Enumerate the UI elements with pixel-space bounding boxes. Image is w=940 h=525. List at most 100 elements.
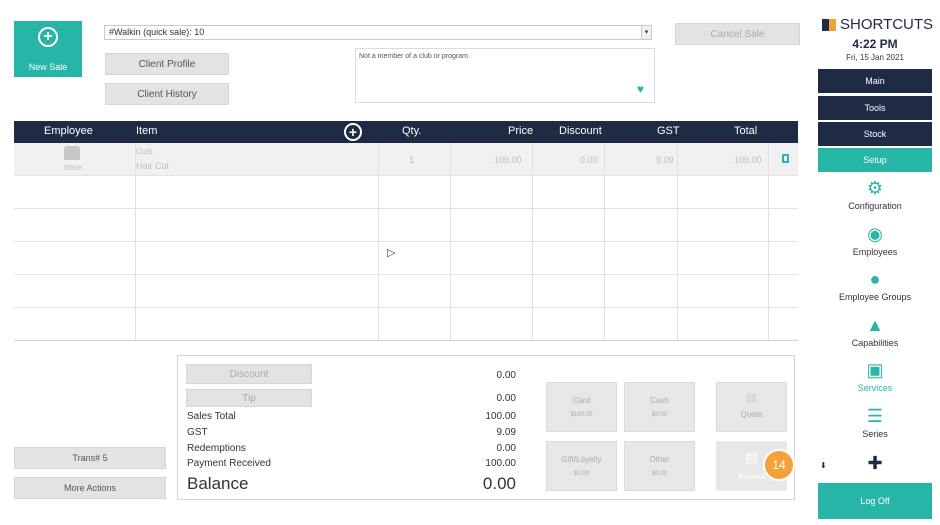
services-label: Services [857,383,893,393]
gift-loyalty-amount: $0.00 [573,471,589,477]
tip-value: 0.00 [496,393,516,404]
quote-button[interactable]: ▤ Quote [716,382,787,432]
header-price: Price [508,125,534,137]
redemptions-value: 0.00 [496,443,516,454]
quote-label: Quote [740,410,763,419]
table-row[interactable] [14,209,798,242]
nav-main[interactable]: Main [818,69,932,93]
employee-groups-label: Employee Groups [838,292,912,302]
nav-tools[interactable]: Tools [818,96,932,120]
discount-button-label: Discount [229,368,269,380]
table-row[interactable] [14,176,798,209]
client-history-button[interactable]: Client History [105,83,229,105]
membership-panel: Not a member of a club or program. ♥ [355,48,655,103]
table-row[interactable] [14,275,798,308]
sidebar-item-employees[interactable]: ◉ Employees [818,224,932,257]
table-row[interactable]: ▷ [14,242,798,275]
client-select[interactable]: #Walkin (quick sale): 10 ▾ [104,25,652,40]
table-row[interactable]: Imne Cuts Hair Cut 1 100.00 0.00 9.09 10… [14,143,798,176]
cash-payment-button[interactable]: Cash $0.00 [624,382,695,432]
sidebar-item-employee-groups[interactable]: ● Employee Groups [818,269,932,302]
clock-date: Fri, 15 Jan 2021 [846,53,904,62]
payment-received-label: Payment Received [187,458,271,469]
nav-setup-label: Setup [863,155,887,165]
more-actions-label: More Actions [63,483,117,493]
payment-received-value: 100.00 [485,458,516,469]
client-profile-button[interactable]: Client Profile [105,53,229,75]
nav-tools-label: Tools [864,103,886,113]
series-label: Series [862,429,888,439]
tip-button-label: Tip [242,392,256,404]
heart-plus-icon[interactable]: ♥ [637,82,644,96]
dropdown-arrow-icon[interactable]: ▾ [641,26,651,39]
sidebar-item-add[interactable]: ✚ [818,453,932,476]
cash-amount: $0.00 [651,412,667,418]
row-discount: 0.00 [580,155,598,165]
discount-value: 0.00 [496,370,516,381]
client-select-value: #Walkin (quick sale): 10 [109,27,205,37]
new-sale-button[interactable]: + New Sale [14,21,82,77]
scroll-down-icon[interactable]: ⬇ [820,461,827,470]
more-actions-button[interactable]: More Actions [14,477,166,499]
sidebar-item-series[interactable]: ☰ Series [818,406,932,439]
cancel-sale-button[interactable]: Cancel Sale [675,23,800,45]
card-payment-button[interactable]: Card $100.00 [546,382,617,432]
trans-number-button[interactable]: Trans# 5 [14,447,166,469]
gift-loyalty-button[interactable]: Gift/Loyalty $0.00 [546,441,617,491]
row-item-name: Hair Cut [136,161,170,171]
other-payment-button[interactable]: Other $0.00 [624,441,695,491]
row-qty: 1 [409,155,415,165]
sales-total-value: 100.00 [485,411,516,422]
discount-button[interactable]: Discount [186,364,312,384]
sidebar-item-configuration[interactable]: ⚙ Configuration [818,178,932,211]
group-icon: ● [869,269,881,289]
shortcuts-logo: SHORTCUTS [822,16,933,33]
plus-circle-icon: + [38,27,58,47]
step-badge-number: 14 [772,458,786,472]
header-gst: GST [657,125,680,137]
card-amount: $100.00 [570,412,593,418]
header-total: Total [734,125,758,137]
client-profile-label: Client Profile [138,58,196,70]
capabilities-label: Capabilities [851,338,899,348]
new-sale-label: New Sale [28,62,68,72]
graduation-cap-icon: ▲ [866,315,884,335]
gst-label: GST [187,427,208,438]
tip-button[interactable]: Tip [186,389,312,407]
nav-setup[interactable]: Setup [818,148,932,172]
add-item-icon[interactable]: + [344,123,362,141]
user-circle-icon: ◉ [867,224,883,244]
logo-icon [822,18,836,31]
table-row[interactable] [14,308,798,341]
employees-label: Employees [852,247,898,257]
logoff-label: Log Off [860,496,890,506]
nav-main-label: Main [865,76,885,86]
gst-value: 9.09 [496,427,516,438]
table-header: Employee Item + Qty. Price Discount GST … [14,121,798,143]
nav-stock-label: Stock [863,129,887,139]
row-item-category: Cuts [136,147,153,156]
sidebar-item-services[interactable]: ▣ Services [818,360,932,393]
header-employee: Employee [44,125,93,137]
row-gst: 9.09 [656,155,674,165]
row-total: 100.00 [734,155,762,165]
header-qty: Qty. [402,125,422,137]
totals-panel: Discount Tip 0.00 0.00 Sales Total 100.0… [177,355,795,500]
gift-loyalty-label: Gift/Loyalty [561,455,602,464]
cancel-sale-label: Cancel Sale [710,28,765,40]
logoff-button[interactable]: Log Off [818,483,932,519]
trans-label: Trans# 5 [72,453,108,463]
balance-value: 0.00 [482,474,516,493]
sidebar-item-capabilities[interactable]: ▲ Capabilities [818,315,932,348]
balance-label: Balance [187,474,249,493]
configuration-label: Configuration [848,201,902,211]
sidebar: SHORTCUTS 4:22 PM Fri, 15 Jan 2021 Main … [818,13,933,525]
list-icon: ☰ [866,406,884,426]
book-icon: ▣ [866,360,884,380]
nav-stock[interactable]: Stock [818,122,932,146]
step-badge: 14 [763,449,795,481]
trash-icon[interactable] [782,154,789,163]
employee-avatar-icon [64,146,80,160]
header-discount: Discount [559,125,602,137]
other-label: Other [649,455,670,464]
